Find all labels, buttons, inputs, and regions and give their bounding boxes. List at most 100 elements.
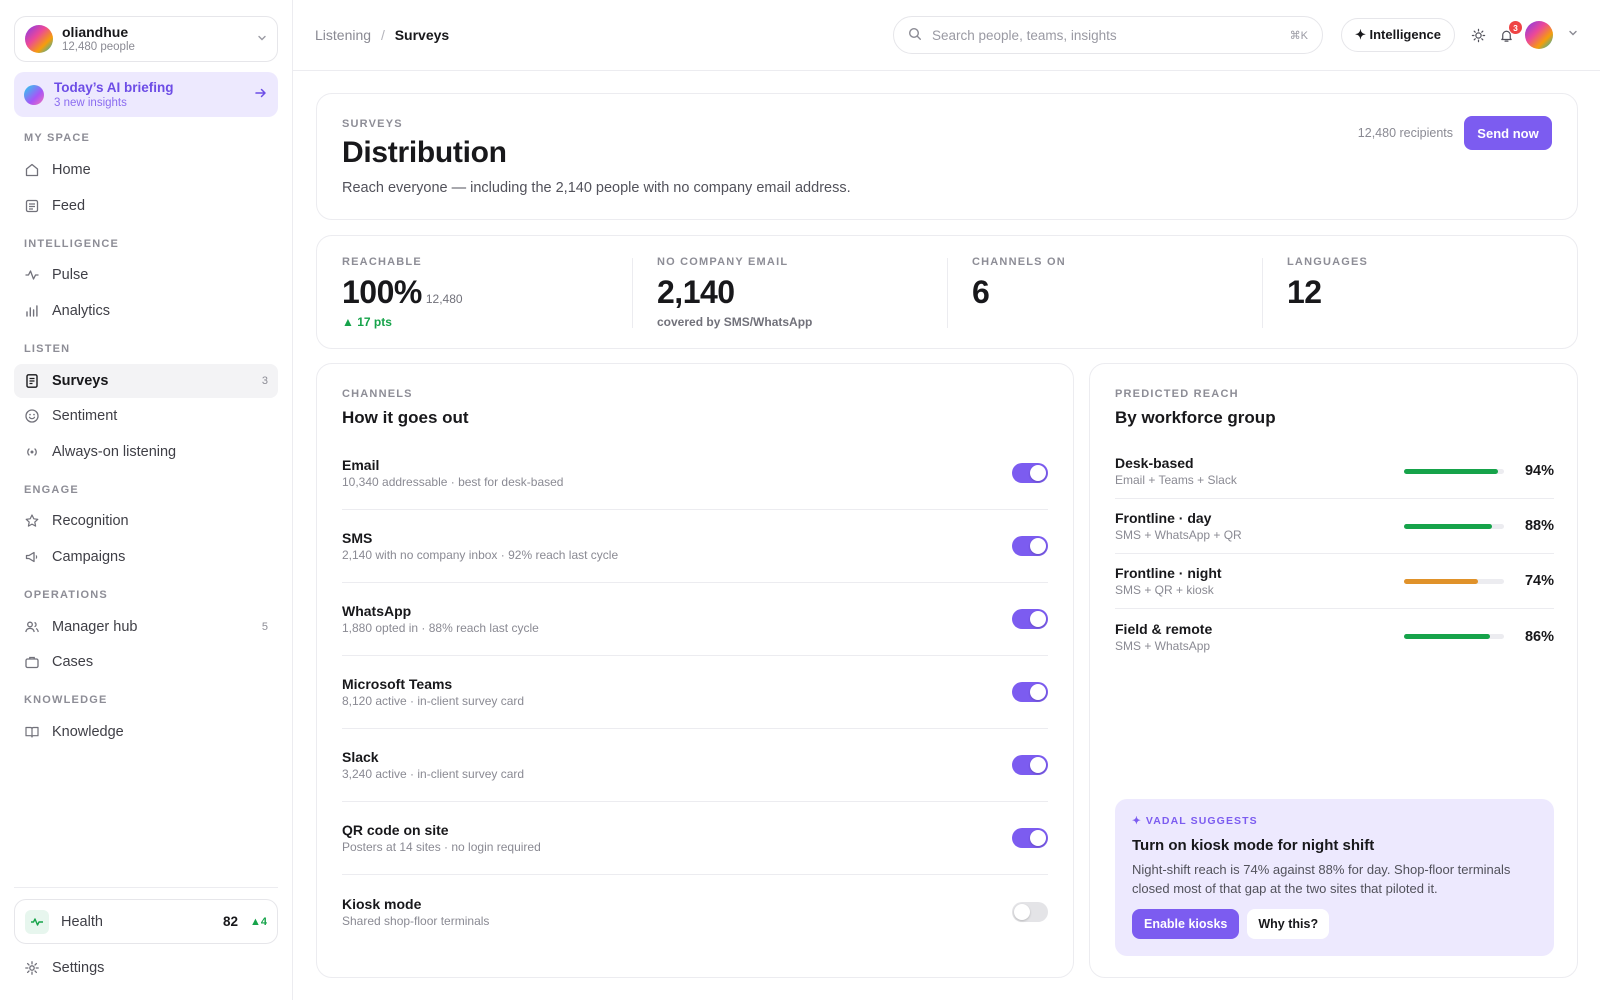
stat-value: 100% 12,480 <box>342 274 463 310</box>
reach-percent: 74% <box>1524 573 1554 589</box>
ai-briefing-subtitle: 3 new insights <box>54 96 127 109</box>
intelligence-button[interactable]: ✦ Intelligence <box>1341 18 1455 52</box>
channel-detail: 10,340 addressable · best for desk-based <box>342 475 564 489</box>
channel-toggle[interactable] <box>1012 828 1048 848</box>
search-bar[interactable]: ⌘K <box>893 16 1323 54</box>
channel-toggle[interactable] <box>1012 901 1048 922</box>
group-name: Field & remote <box>1115 620 1213 637</box>
ai-suggestion-card: ✦ VADAL SUGGESTS Turn on kiosk mode for … <box>1115 799 1554 956</box>
sidebar-item-always-on-listening[interactable]: Always-on listening <box>14 435 278 469</box>
channel-row: SMS 2,140 with no company inbox · 92% rea… <box>342 510 1048 583</box>
ai-briefing-card[interactable]: Today’s AI briefing 3 new insights <box>14 72 278 117</box>
channel-name: SMS <box>342 530 373 546</box>
section-knowledge: KNOWLEDGE <box>24 694 108 706</box>
channel-toggle[interactable] <box>1012 682 1048 702</box>
workforce-group-row: Desk-based Email + Teams + Slack 94% <box>1115 444 1554 499</box>
workforce-group-row: Field & remote SMS + WhatsApp 86% <box>1115 609 1554 664</box>
sidebar-item-label: Always-on listening <box>52 444 177 460</box>
sidebar-item-label: Analytics <box>52 303 111 319</box>
group-name: Frontline · day <box>1115 510 1212 526</box>
channel-toggle[interactable] <box>1012 609 1048 629</box>
stat-label: NO COMPANY EMAIL <box>657 256 789 268</box>
sidebar-item-sentiment[interactable]: Sentiment <box>14 399 278 433</box>
ai-orb-icon <box>24 84 44 105</box>
stat-no-company-email: NO COMPANY EMAIL 2,140 covered by SMS/Wh… <box>632 236 947 348</box>
stat-label: REACHABLE <box>342 256 422 268</box>
surveys-count-badge: 3 <box>261 375 268 387</box>
health-widget[interactable]: Health 82 ▲4 <box>14 899 278 944</box>
breadcrumb: Listening / Surveys <box>315 27 449 43</box>
org-switcher[interactable]: oliandhue 12,480 people <box>14 16 278 62</box>
reach-bar-fill <box>1404 523 1492 529</box>
send-now-button[interactable]: Send now <box>1464 116 1552 150</box>
reach-percent: 94% <box>1524 463 1554 479</box>
notification-badge: 3 <box>1509 21 1522 34</box>
stat-delta: ▲ 17 pts <box>342 315 392 329</box>
workforce-group-row: Frontline · night SMS + QR + kiosk 74% <box>1115 554 1554 609</box>
bell-icon[interactable]: 3 <box>1497 21 1522 44</box>
sidebar-item-label: Sentiment <box>52 408 118 424</box>
sidebar-item-pulse[interactable]: Pulse <box>14 258 278 292</box>
sidebar-item-recognition[interactable]: Recognition <box>14 504 278 538</box>
enable-kiosks-button[interactable]: Enable kiosks <box>1132 909 1240 939</box>
channel-detail: 1,880 opted in · 88% reach last cycle <box>342 621 539 635</box>
channel-name: QR code on site <box>342 822 449 838</box>
stat-note: covered by SMS/WhatsApp <box>657 315 813 329</box>
channel-row: WhatsApp 1,880 opted in · 88% reach last … <box>342 583 1048 656</box>
sidebar-item-label: Recognition <box>52 513 129 529</box>
distribution-header-card: SURVEYS Distribution Reach everyone — in… <box>316 93 1578 220</box>
user-avatar[interactable] <box>1525 21 1553 49</box>
section-title: How it goes out <box>342 408 469 427</box>
manager-hub-count-badge: 5 <box>261 621 268 633</box>
suggestion-body: Night-shift reach is 74% against 88% for… <box>1132 862 1511 896</box>
sun-icon[interactable] <box>1469 26 1487 44</box>
breadcrumb-listening[interactable]: Listening <box>315 27 371 43</box>
channel-detail: 8,120 active · in-client survey card <box>342 694 525 708</box>
channel-toggle[interactable] <box>1012 536 1048 556</box>
reach-bar <box>1404 468 1504 474</box>
reach-bar-fill <box>1404 468 1498 474</box>
channel-row: Slack 3,240 active · in-client survey car… <box>342 729 1048 802</box>
channel-toggle[interactable] <box>1012 463 1048 483</box>
section-listen: LISTEN <box>24 343 71 355</box>
sidebar-item-label: Manager hub <box>52 619 138 635</box>
predicted-reach-card: PREDICTED REACH By workforce group Desk-… <box>1089 363 1578 978</box>
page-description: Reach everyone — including the 2,140 peo… <box>342 180 851 196</box>
reach-bar-fill <box>1404 578 1478 584</box>
breadcrumb-surveys: Surveys <box>394 27 450 43</box>
sidebar-item-feed[interactable]: Feed <box>14 189 278 223</box>
sidebar-item-home[interactable]: Home <box>14 153 278 187</box>
sidebar-item-cases[interactable]: Cases <box>14 645 278 679</box>
sidebar-item-knowledge[interactable]: Knowledge <box>14 715 278 749</box>
sidebar-item-manager-hub[interactable]: Manager hub 5 <box>14 610 278 644</box>
section-engage: ENGAGE <box>24 484 79 496</box>
stat-value: 2,140 <box>657 274 735 310</box>
users-icon <box>24 619 40 635</box>
breadcrumb-separator: / <box>380 27 385 43</box>
group-name: Desk-based <box>1115 455 1194 471</box>
sidebar-item-campaigns[interactable]: Campaigns <box>14 540 278 574</box>
channel-name: Email <box>342 457 380 473</box>
sidebar-item-label: Feed <box>52 198 86 214</box>
sidebar: oliandhue 12,480 people Today’s AI brief… <box>0 0 293 1000</box>
sidebar-item-analytics[interactable]: Analytics <box>14 294 278 328</box>
chevron-down-icon[interactable] <box>1568 28 1578 41</box>
group-name: Frontline · night <box>1115 565 1222 581</box>
stat-languages: LANGUAGES 12 <box>1262 236 1577 348</box>
search-input[interactable] <box>932 27 1290 43</box>
channel-toggle[interactable] <box>1012 755 1048 775</box>
reach-percent: 86% <box>1524 628 1554 645</box>
why-this-button[interactable]: Why this? <box>1247 909 1330 939</box>
health-score: 82 <box>222 914 238 929</box>
channel-name: Microsoft Teams <box>342 676 453 692</box>
sidebar-item-surveys[interactable]: Surveys 3 <box>14 364 278 398</box>
section-operations: OPERATIONS <box>24 589 108 601</box>
sidebar-item-label: Home <box>52 162 91 178</box>
search-shortcut: ⌘K <box>1289 29 1308 42</box>
section-eyebrow: SURVEYS <box>342 118 403 130</box>
sidebar-item-settings[interactable]: Settings <box>14 951 278 985</box>
feed-icon <box>24 198 40 214</box>
group-channels: SMS + QR + kiosk <box>1115 583 1214 597</box>
stat-value: 12 <box>1287 274 1322 310</box>
section-eyebrow: PREDICTED REACH <box>1115 388 1239 400</box>
